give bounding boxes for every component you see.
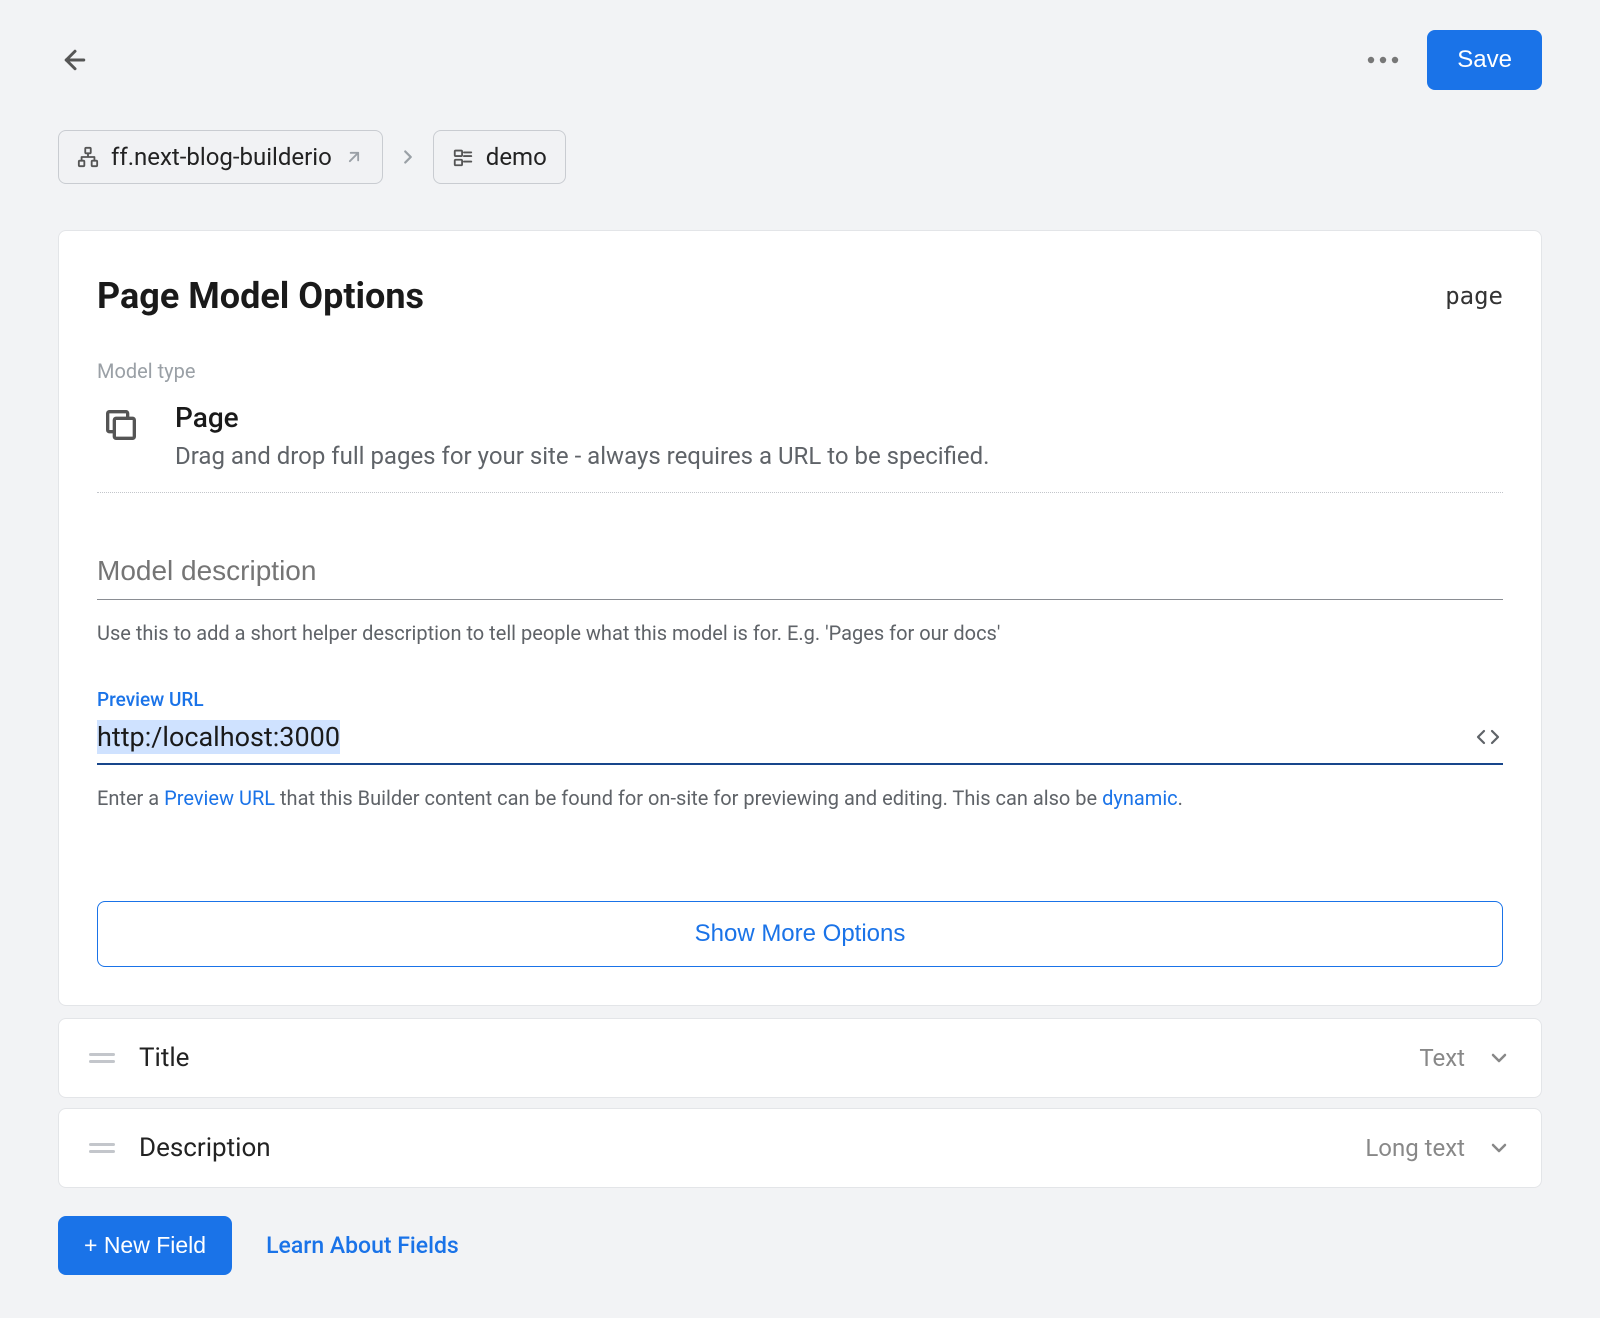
drag-handle-icon[interactable] [89, 1050, 115, 1066]
chevron-down-icon [1487, 1136, 1511, 1160]
new-field-button[interactable]: + New Field [58, 1216, 232, 1275]
open-external-icon [344, 147, 364, 167]
back-button[interactable] [58, 43, 92, 77]
field-row[interactable]: Description Long text [58, 1108, 1542, 1188]
preview-url-value: http:/localhost:3000 [97, 720, 340, 754]
dynamic-link[interactable]: dynamic [1102, 786, 1178, 810]
preview-url-help: Enter a Preview URL that this Builder co… [97, 783, 1503, 813]
model-icon [452, 146, 474, 168]
copy-icon [97, 401, 145, 449]
breadcrumb-separator [397, 146, 419, 168]
model-type-label: Model type [97, 359, 1503, 383]
preview-url-label: Preview URL [97, 688, 1503, 711]
code-toggle-button[interactable] [1473, 725, 1503, 749]
field-type: Long text [1365, 1134, 1465, 1162]
preview-url-link[interactable]: Preview URL [164, 786, 275, 810]
more-menu-button[interactable] [1363, 40, 1403, 80]
field-name: Description [139, 1133, 271, 1163]
field-row[interactable]: Title Text [58, 1018, 1542, 1098]
field-type: Text [1419, 1044, 1465, 1072]
save-button[interactable]: Save [1427, 30, 1542, 90]
breadcrumb-current[interactable]: demo [433, 130, 566, 184]
card-tag: page [1445, 282, 1503, 310]
chevron-right-icon [397, 146, 419, 168]
sitemap-icon [77, 146, 99, 168]
show-more-options-button[interactable]: Show More Options [97, 901, 1503, 967]
breadcrumb: ff.next-blog-builderio demo [58, 130, 1542, 184]
arrow-left-icon [60, 45, 90, 75]
model-type-description: Drag and drop full pages for your site -… [175, 442, 990, 470]
learn-about-fields-link[interactable]: Learn About Fields [266, 1232, 459, 1259]
chevron-down-icon [1487, 1046, 1511, 1070]
model-description-help: Use this to add a short helper descripti… [97, 618, 1503, 648]
more-horizontal-icon [1366, 55, 1400, 65]
page-model-options-card: Page Model Options page Model type Page … [58, 230, 1542, 1006]
model-description-input[interactable] [97, 549, 1503, 600]
model-type-row[interactable]: Page Drag and drop full pages for your s… [97, 401, 1503, 493]
code-icon [1473, 725, 1503, 749]
breadcrumb-root[interactable]: ff.next-blog-builderio [58, 130, 383, 184]
breadcrumb-current-label: demo [486, 143, 547, 171]
drag-handle-icon[interactable] [89, 1140, 115, 1156]
preview-url-input[interactable]: http:/localhost:3000 [97, 721, 1473, 753]
breadcrumb-root-label: ff.next-blog-builderio [111, 143, 332, 171]
field-name: Title [139, 1043, 189, 1073]
card-title: Page Model Options [97, 275, 424, 317]
model-type-name: Page [175, 401, 990, 434]
